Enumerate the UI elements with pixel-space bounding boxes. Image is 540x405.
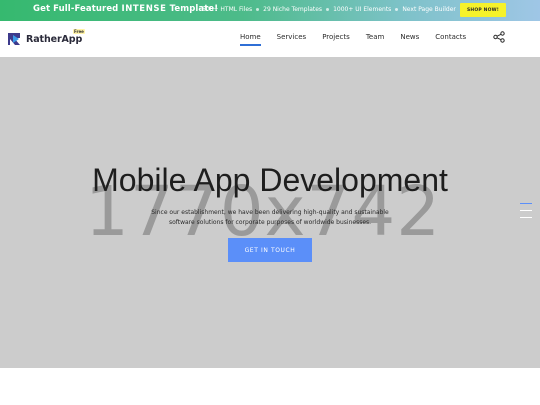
hero-title: Mobile App Development [92, 162, 448, 198]
promo-title: Get Full-Featured INTENSE Template! [33, 4, 218, 14]
shop-now-button[interactable]: SHOP NOW! [460, 3, 506, 17]
promo-separator [326, 8, 330, 11]
slider-dot-active[interactable] [520, 203, 532, 204]
slider-dot[interactable] [520, 210, 532, 211]
nav-item-team[interactable]: Team [366, 33, 385, 41]
hero-description-line: software solutions for corporate purpose… [168, 219, 372, 226]
promo-title-prefix: Get Full-Featured [33, 4, 122, 14]
hero-description-line: Since our establishment, we have been de… [151, 209, 389, 216]
main-navbar: RatherApp Free Home Services Projects Te… [0, 21, 540, 57]
promo-feature: 500+ HTML Files [202, 6, 253, 13]
promo-banner: Get Full-Featured INTENSE Template! 500+… [0, 0, 540, 21]
logo-icon [8, 33, 20, 45]
nav-item-services[interactable]: Services [277, 33, 307, 41]
slider-dot[interactable] [520, 217, 532, 218]
hero-description: Since our establishment, we have been de… [0, 208, 540, 228]
promo-feature: Next Page Builder [402, 6, 456, 13]
promo-title-strong: INTENSE [121, 4, 167, 14]
promo-feature: 1000+ UI Elements [333, 6, 392, 13]
nav-item-projects[interactable]: Projects [322, 33, 350, 41]
nav-item-news[interactable]: News [400, 33, 419, 41]
logo-badge: Free [73, 29, 85, 34]
promo-separator [395, 8, 399, 11]
nav-menu: Home Services Projects Team News Contact… [240, 33, 466, 46]
get-in-touch-button[interactable]: GET IN TOUCH [228, 238, 312, 262]
hero-section: 1770x742 Mobile App Development Since ou… [0, 57, 540, 368]
logo[interactable]: RatherApp Free [6, 29, 85, 48]
slider-pagination[interactable] [520, 203, 532, 224]
promo-separator [256, 8, 260, 11]
promo-features: 500+ HTML Files 29 Niche Templates 1000+… [202, 6, 456, 13]
logo-text: RatherApp [26, 33, 83, 45]
nav-item-home[interactable]: Home [240, 33, 261, 46]
promo-feature: 29 Niche Templates [263, 6, 323, 13]
nav-item-contacts[interactable]: Contacts [435, 33, 466, 41]
share-icon[interactable] [493, 31, 505, 43]
